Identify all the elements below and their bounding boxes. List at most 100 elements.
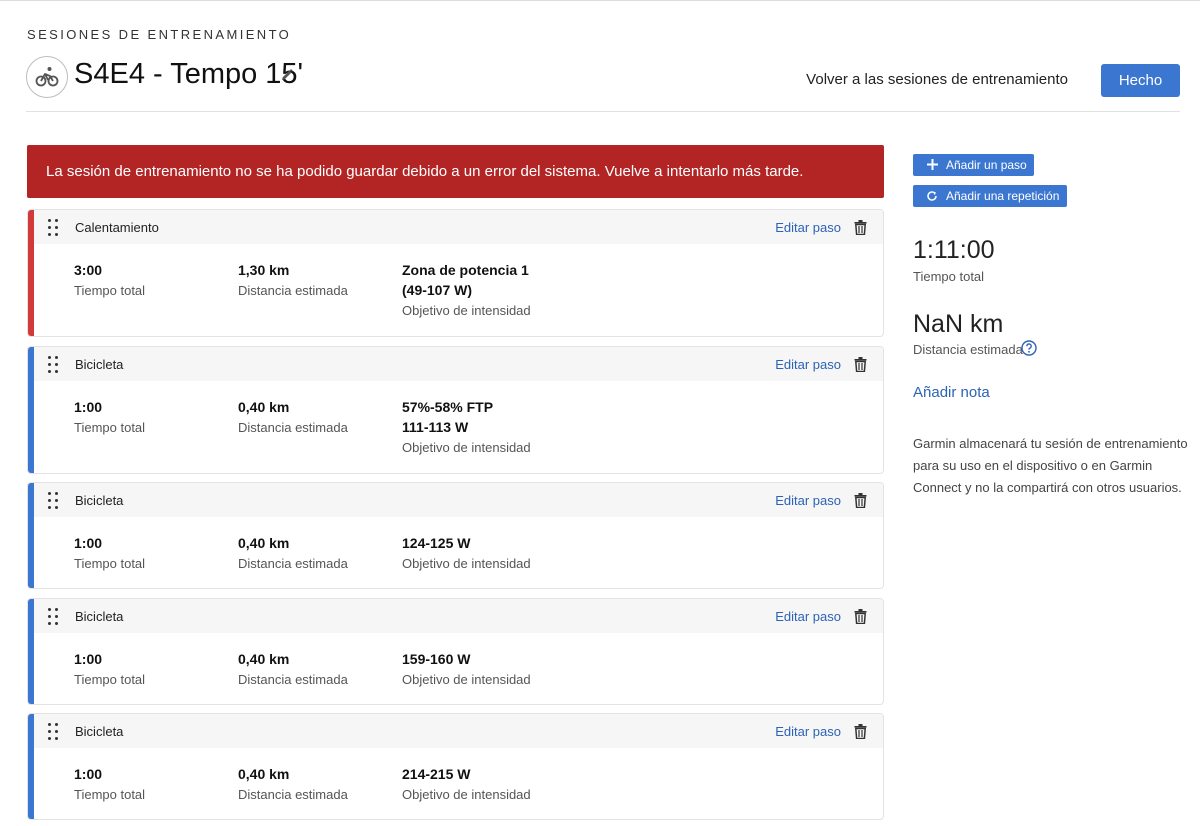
step-distance: 0,40 km Distancia estimada — [238, 397, 348, 438]
top-border — [0, 0, 1200, 1]
step-distance-value: 1,30 km — [238, 262, 290, 278]
step-time: 1:00 Tiempo total — [74, 397, 145, 438]
step-target-label: Objetivo de intensidad — [402, 303, 531, 318]
step-header: Bicicleta Editar paso — [34, 483, 883, 517]
drag-handle-icon[interactable] — [47, 356, 59, 374]
step-time-value: 1:00 — [74, 399, 103, 415]
workout-step-bike: Bicicleta Editar paso 1:00 Tiempo total 0… — [27, 346, 884, 474]
pencil-icon[interactable] — [280, 68, 294, 82]
total-time-value: 1:11:00 — [913, 236, 995, 264]
step-distance: 0,40 km Distancia estimada — [238, 764, 348, 805]
workout-header: S4E4 - Tempo 15' Volver a las sesiones d… — [26, 56, 1180, 98]
step-target-value-secondary: 111-113 W — [402, 419, 469, 435]
step-time-value: 3:00 — [74, 262, 103, 278]
step-distance: 1,30 km Distancia estimada — [238, 260, 348, 301]
step-target-value-secondary: (49-107 W) — [402, 282, 473, 298]
step-distance-value: 0,40 km — [238, 399, 290, 415]
repeat-icon — [927, 191, 937, 201]
edit-step-link[interactable]: Editar paso — [775, 609, 841, 624]
trash-icon[interactable] — [854, 493, 867, 508]
drag-handle-icon[interactable] — [47, 608, 59, 626]
step-time-value: 1:00 — [74, 535, 103, 551]
step-time-label: Tiempo total — [74, 672, 146, 687]
cycling-icon — [26, 56, 68, 98]
done-button[interactable]: Hecho — [1101, 64, 1180, 97]
step-header: Bicicleta Editar paso — [34, 347, 883, 381]
help-icon[interactable] — [1021, 340, 1037, 356]
step-time: 3:00 Tiempo total — [74, 260, 145, 301]
step-distance-label: Distancia estimada — [238, 556, 348, 571]
edit-step-link[interactable]: Editar paso — [775, 493, 841, 508]
step-target-value: 159-160 W — [402, 651, 471, 667]
edit-step-link[interactable]: Editar paso — [775, 220, 841, 235]
step-distance-label: Distancia estimada — [238, 787, 348, 802]
add-repeat-button[interactable]: Añadir una repetición — [913, 185, 1067, 207]
header-divider — [26, 111, 1180, 112]
step-target-value: 214-215 W — [402, 766, 471, 782]
drag-handle-icon[interactable] — [47, 492, 59, 510]
step-header: Bicicleta Editar paso — [34, 714, 883, 748]
step-time: 1:00 Tiempo total — [74, 649, 145, 690]
trash-icon[interactable] — [854, 609, 867, 624]
step-time: 1:00 Tiempo total — [74, 533, 145, 574]
step-target: Zona de potencia 1 (49-107 W) Objetivo de … — [402, 260, 531, 321]
step-target-label: Objetivo de intensidad — [402, 787, 531, 802]
step-target: 57%-58% FTP 111-113 W Objetivo de intensid… — [402, 397, 531, 458]
add-step-label: Añadir un paso — [946, 158, 1027, 172]
back-to-workouts-link[interactable]: Volver a las sesiones de entrenamiento — [806, 71, 1068, 88]
step-distance-label: Distancia estimada — [238, 672, 348, 687]
step-time-label: Tiempo total — [74, 556, 146, 571]
step-target-value: 124-125 W — [402, 535, 471, 551]
add-note-link[interactable]: Añadir nota — [913, 384, 990, 401]
workout-step-bike: Bicicleta Editar paso 1:00 Tiempo total 0… — [27, 482, 884, 589]
step-target-value: Zona de potencia 1 — [402, 262, 529, 278]
page-title: S4E4 - Tempo 15' — [74, 58, 304, 90]
step-time-value: 1:00 — [74, 766, 103, 782]
drag-handle-icon[interactable] — [47, 723, 59, 741]
step-type-label: Calentamiento — [75, 220, 159, 235]
step-time-label: Tiempo total — [74, 420, 146, 435]
trash-icon[interactable] — [854, 357, 867, 372]
step-type-label: Bicicleta — [75, 724, 124, 739]
edit-step-link[interactable]: Editar paso — [775, 724, 841, 739]
edit-step-link[interactable]: Editar paso — [775, 357, 841, 372]
step-distance-label: Distancia estimada — [238, 283, 348, 298]
step-target-label: Objetivo de intensidad — [402, 556, 531, 571]
step-type-label: Bicicleta — [75, 609, 124, 624]
section-label: SESIONES DE ENTRENAMIENTO — [27, 27, 292, 42]
error-banner: La sesión de entrenamiento no se ha podi… — [27, 145, 884, 198]
drag-handle-icon[interactable] — [47, 219, 59, 237]
add-repeat-label: Añadir una repetición — [946, 189, 1060, 203]
step-header: Calentamiento Editar paso — [34, 210, 883, 244]
total-distance-label: Distancia estimada — [913, 342, 1023, 357]
step-header: Bicicleta Editar paso — [34, 599, 883, 633]
step-target-label: Objetivo de intensidad — [402, 672, 531, 687]
step-type-label: Bicicleta — [75, 493, 124, 508]
step-distance-label: Distancia estimada — [238, 420, 348, 435]
step-time-label: Tiempo total — [74, 787, 146, 802]
step-target-value: 57%-58% FTP — [402, 399, 494, 415]
step-distance-value: 0,40 km — [238, 766, 290, 782]
step-target: 159-160 W Objetivo de intensidad — [402, 649, 531, 690]
workout-step-bike: Bicicleta Editar paso 1:00 Tiempo total 0… — [27, 598, 884, 705]
workout-step-bike: Bicicleta Editar paso 1:00 Tiempo total 0… — [27, 713, 884, 820]
add-step-button[interactable]: Añadir un paso — [913, 154, 1034, 176]
total-time-label: Tiempo total — [913, 269, 985, 284]
privacy-note: Garmin almacenará tu sesión de entrenami… — [913, 436, 1188, 495]
step-time-label: Tiempo total — [74, 283, 146, 298]
step-time-value: 1:00 — [74, 651, 103, 667]
step-target: 214-215 W Objetivo de intensidad — [402, 764, 531, 805]
step-distance: 0,40 km Distancia estimada — [238, 533, 348, 574]
step-distance-value: 0,40 km — [238, 535, 290, 551]
workout-step-warmup: Calentamiento Editar paso 3:00 Tiempo tot… — [27, 209, 884, 337]
trash-icon[interactable] — [854, 220, 867, 235]
step-time: 1:00 Tiempo total — [74, 764, 145, 805]
step-target: 124-125 W Objetivo de intensidad — [402, 533, 531, 574]
step-target-label: Objetivo de intensidad — [402, 440, 531, 455]
plus-icon — [927, 159, 938, 170]
total-distance-value: NaN km — [913, 310, 1004, 338]
step-type-label: Bicicleta — [75, 357, 124, 372]
step-distance: 0,40 km Distancia estimada — [238, 649, 348, 690]
step-distance-value: 0,40 km — [238, 651, 290, 667]
trash-icon[interactable] — [854, 724, 867, 739]
